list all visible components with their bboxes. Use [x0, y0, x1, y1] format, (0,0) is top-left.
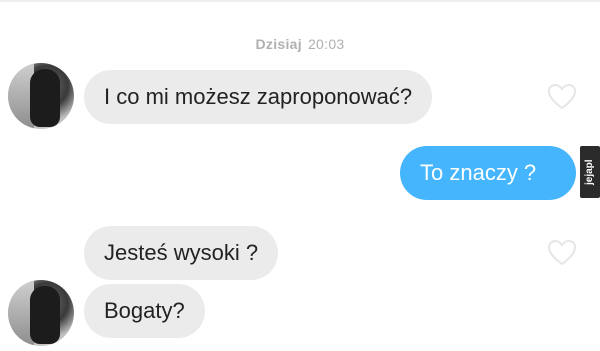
timestamp-time: 20:03	[307, 36, 345, 52]
message-incoming[interactable]: Bogaty?	[84, 284, 205, 338]
message-incoming[interactable]: I co mi możesz zaproponować?	[84, 70, 433, 124]
message-incoming[interactable]: Jesteś wysoki ?	[84, 226, 279, 280]
top-divider	[0, 0, 600, 2]
watermark: jejapl	[580, 146, 600, 198]
avatar-figure	[30, 69, 60, 127]
timestamp-day: Dzisiaj	[255, 36, 302, 52]
message-outgoing[interactable]: To znaczy ?	[400, 146, 576, 200]
avatar[interactable]	[8, 280, 74, 346]
avatar-figure	[30, 286, 60, 344]
heart-outline-icon[interactable]	[547, 238, 577, 268]
avatar[interactable]	[8, 63, 74, 129]
chat-timestamp: Dzisiaj 20:03	[0, 36, 600, 52]
heart-outline-icon[interactable]	[547, 82, 577, 112]
